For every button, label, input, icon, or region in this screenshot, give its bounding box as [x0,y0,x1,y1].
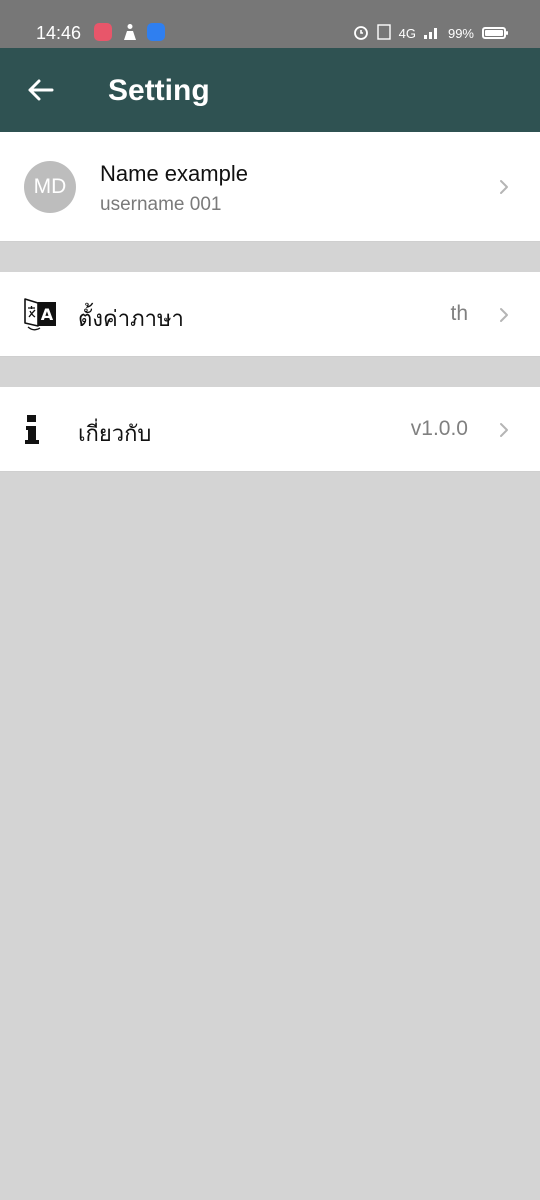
profile-row[interactable]: MD Name example username 001 [0,132,540,242]
avatar: MD [24,161,76,213]
app-version: v1.0.0 [410,417,468,440]
notification-app-icon [94,23,112,41]
battery-percent: 99% [447,25,474,41]
about-label: เกี่ยวกับ [78,422,152,447]
notification-figure-icon [121,23,139,41]
about-row[interactable]: เกี่ยวกับ v1.0.0 [0,387,540,472]
chevron-right-icon [500,423,508,437]
page-title: Setting [108,74,210,107]
language-setting-row[interactable]: A ตั้งค่าภาษา th [0,272,540,357]
language-setting-label: ตั้งค่าภาษา [78,307,184,332]
chevron-right-icon [500,180,508,194]
notification-android-icon [147,23,165,41]
svg-text:A: A [41,305,54,324]
translate-icon: A [24,298,56,331]
profile-username: username 001 [100,194,222,215]
alarm-icon [353,24,369,43]
back-button[interactable] [16,68,64,112]
chevron-right-icon [500,308,508,322]
status-indicators: 4G 99% [353,23,508,44]
status-time: 14:46 [36,23,82,43]
profile-name: Name example [100,161,248,186]
app-bar: Setting [0,48,540,132]
volte-icon [376,23,391,44]
arrow-left-icon [28,79,54,101]
signal-label: 4G [398,25,416,41]
info-icon [25,415,39,444]
status-bar: 14:46 4G 99% [0,0,540,48]
battery-icon [482,27,508,39]
signal-icon [423,25,440,42]
language-value: th [450,302,468,325]
